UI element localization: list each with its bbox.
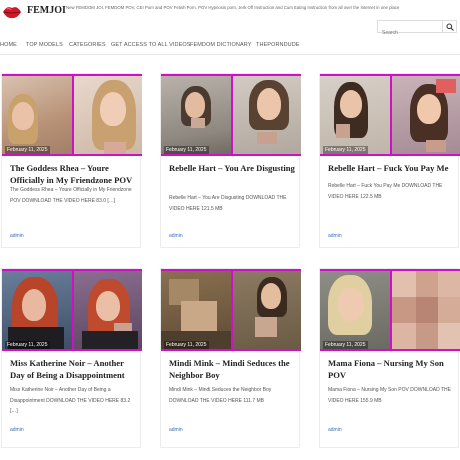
post-thumbnail[interactable]: February 11, 2025 [2, 74, 142, 156]
post-date: February 11, 2025 [5, 146, 50, 154]
lips-logo-icon[interactable] [2, 2, 22, 22]
post-thumbnail[interactable]: February 11, 2025 [2, 269, 142, 351]
post-author[interactable]: admin [328, 233, 342, 239]
post-date: February 11, 2025 [164, 146, 209, 154]
post-title[interactable]: Mama Fiona – Nursing My Son POV [328, 358, 454, 381]
post-author[interactable]: admin [328, 427, 342, 433]
post-thumbnail[interactable]: February 11, 2025 [161, 269, 301, 351]
search-button[interactable] [443, 20, 457, 33]
post-date: February 11, 2025 [5, 341, 50, 349]
nav-item-categories[interactable]: CATEGORIES [69, 42, 106, 48]
post-title[interactable]: Rebelle Hart – You Are Disgusting [169, 163, 295, 175]
post-title[interactable]: Miss Katherine Noir – Another Day of Bei… [10, 358, 136, 381]
main-nav: HOME TOP MODELS CATEGORIES GET ACCESS TO… [0, 42, 460, 53]
post-date: February 11, 2025 [323, 341, 368, 349]
post-excerpt: The Goddess Rhea – Youre Officially in M… [10, 187, 132, 204]
post-thumbnail[interactable]: February 11, 2025 [320, 74, 460, 156]
post-card: February 11, 2025 Mindi Mink – Mindi Sed… [160, 268, 301, 448]
post-card: February 11, 2025 The Goddess Rhea – You… [1, 73, 142, 248]
post-author[interactable]: admin [10, 233, 24, 239]
post-title[interactable]: The Goddess Rhea – Youre Officially in M… [10, 163, 136, 186]
search-icon [446, 23, 454, 31]
search-input[interactable] [378, 27, 440, 39]
post-author[interactable]: admin [169, 427, 183, 433]
nav-item-top-models[interactable]: TOP MODELS [26, 42, 63, 48]
post-author[interactable]: admin [169, 233, 183, 239]
post-title[interactable]: Mindi Mink – Mindi Seduces the Neighbor … [169, 358, 295, 381]
nav-item-get-access[interactable]: GET ACCESS TO ALL VIDEOS [111, 42, 191, 48]
post-card: February 11, 2025 Rebelle Hart – Fuck Yo… [319, 73, 460, 248]
post-card: February 11, 2025 Mama Fiona – Nursing M… [319, 268, 460, 448]
site-tagline: New FEMDOM JOI, FEMDOM POV, CEI Porn and… [66, 5, 400, 10]
post-date: February 11, 2025 [323, 146, 368, 154]
search-box [377, 20, 443, 39]
post-excerpt: Mama Fiona – Nursing My Son POV DOWNLOAD… [328, 387, 451, 404]
post-excerpt: Rebelle Hart – You Are Disgusting DOWNLO… [169, 195, 287, 212]
nav-divider [0, 54, 460, 55]
nav-item-femdom-dictionary[interactable]: FEMDOM DICTIONARY [190, 42, 252, 48]
post-date: February 11, 2025 [164, 341, 209, 349]
post-excerpt: Mindi Mink – Mindi Seduces the Neighbor … [169, 387, 272, 404]
post-excerpt: Miss Katherine Noir – Another Day of Bei… [10, 387, 131, 414]
post-card: February 11, 2025 Rebelle Hart – You Are… [160, 73, 301, 248]
post-thumbnail[interactable]: February 11, 2025 [320, 269, 460, 351]
post-excerpt: Rebelle Hart – Fuck You Pay Me DOWNLOAD … [328, 183, 443, 200]
site-title[interactable]: FEMJOI [27, 5, 66, 16]
post-title[interactable]: Rebelle Hart – Fuck You Pay Me [328, 163, 454, 175]
post-author[interactable]: admin [10, 427, 24, 433]
nav-item-home[interactable]: HOME [0, 42, 17, 48]
nav-item-theporndude[interactable]: THEPORNDUDE [256, 42, 300, 48]
post-thumbnail[interactable]: February 11, 2025 [161, 74, 301, 156]
post-card: February 11, 2025 Miss Katherine Noir – … [1, 268, 142, 448]
site-header: FEMJOI New FEMDOM JOI, FEMDOM POV, CEI P… [0, 0, 460, 40]
